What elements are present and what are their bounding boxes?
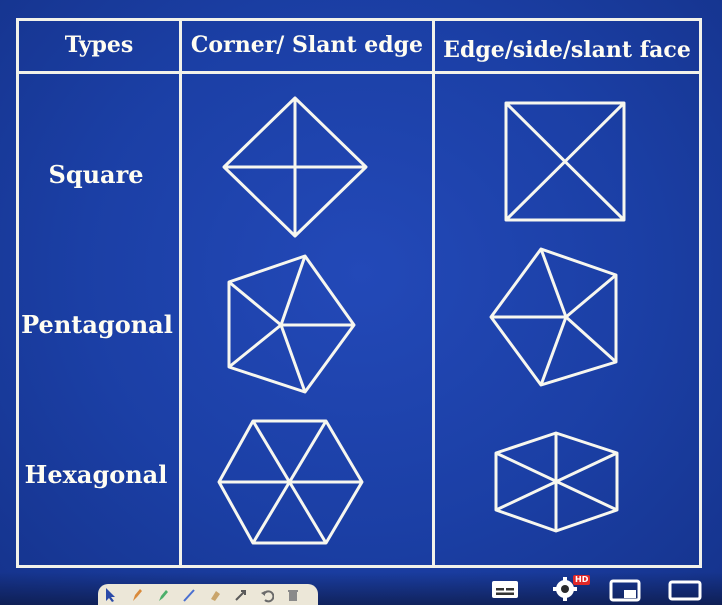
theater-mode-icon[interactable] xyxy=(668,578,702,602)
undo-icon[interactable] xyxy=(260,587,274,603)
miniplayer-icon[interactable] xyxy=(609,578,641,602)
square-edge-diagram xyxy=(504,101,626,222)
pentagon-edge-diagram xyxy=(489,247,618,387)
slide-screen: Types Corner/ Slant edge Edge/side/slant… xyxy=(0,0,722,605)
delete-icon[interactable] xyxy=(286,587,300,603)
square-corner-diagram xyxy=(222,96,368,238)
arrow-tool-icon[interactable] xyxy=(234,587,248,603)
highlighter-icon[interactable] xyxy=(156,587,170,603)
hexagon-corner-diagram xyxy=(217,419,364,545)
annotation-toolbar xyxy=(98,584,318,605)
hexagon-edge-diagram xyxy=(494,431,619,533)
hd-badge: HD xyxy=(573,575,591,585)
pyramid-diagrams xyxy=(217,96,626,545)
pen-icon[interactable] xyxy=(130,587,144,603)
cursor-icon[interactable] xyxy=(104,587,118,603)
eraser-icon[interactable] xyxy=(208,587,222,603)
line-tool-icon[interactable] xyxy=(182,587,196,603)
subtitles-icon[interactable] xyxy=(490,578,520,600)
pentagon-corner-diagram xyxy=(227,254,356,394)
